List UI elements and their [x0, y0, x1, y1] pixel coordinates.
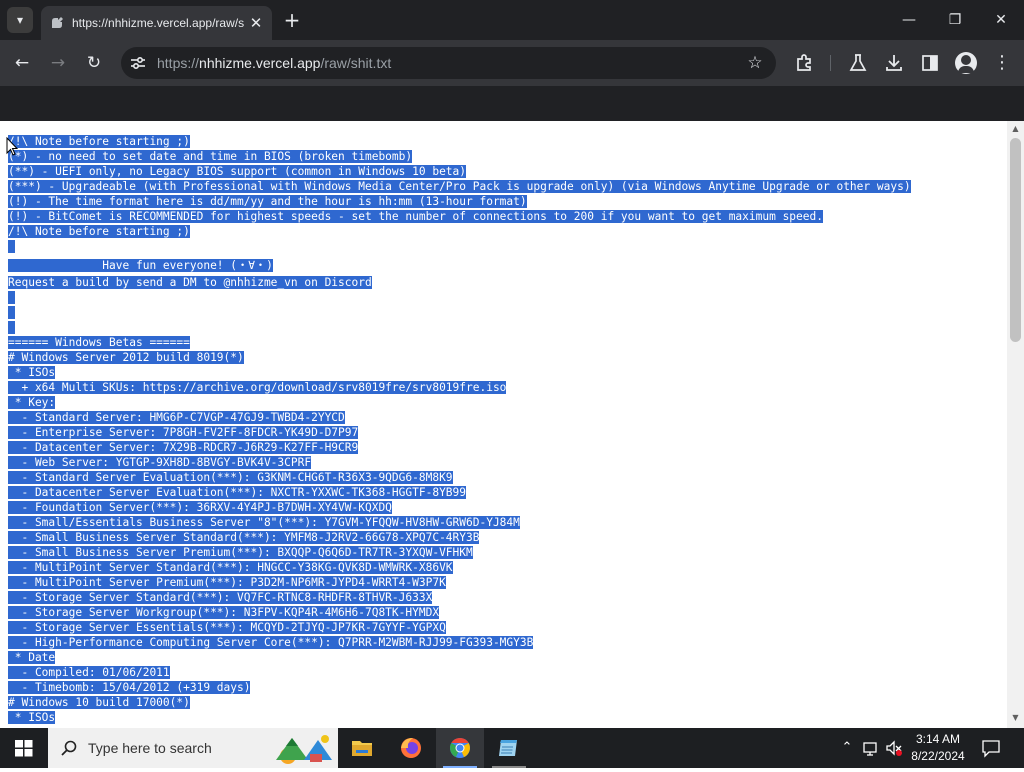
text-line: - Compiled: 01/06/2011	[8, 666, 170, 679]
text-line: * Date	[8, 651, 56, 664]
tab-active[interactable]: https://nhhizme.vercel.app/raw/shit.txt …	[41, 6, 272, 40]
text-line: # Windows 10 build 17000(*)	[8, 696, 190, 709]
tab-close-icon[interactable]: ✕	[247, 14, 265, 32]
text-line: * ISOs	[8, 366, 56, 379]
raw-text-document: /!\ Note before starting ;) (*) - no nee…	[8, 134, 911, 725]
text-line: (*) - no need to set date and time in BI…	[8, 150, 413, 163]
windows-start-icon[interactable]	[0, 728, 48, 768]
blank-line	[8, 290, 911, 305]
scroll-down-arrow-icon[interactable]: ▼	[1007, 712, 1024, 724]
text-line: Have fun everyone! (・∀・)	[8, 259, 273, 272]
volume-muted-icon[interactable]	[885, 738, 903, 758]
search-highlight-icon	[276, 735, 332, 764]
text-line: - Timebomb: 15/04/2012 (+319 days)	[8, 681, 251, 694]
firefox-taskbar-icon[interactable]	[387, 728, 435, 768]
scrollbar-thumb[interactable]	[1010, 138, 1021, 342]
bookmarks-area	[0, 86, 1024, 121]
clock-time: 3:14 AM	[915, 732, 961, 746]
tab-strip: ▾ https://nhhizme.vercel.app/raw/shit.tx…	[0, 0, 1024, 40]
text-line: Request a build by send a DM to @nhhizme…	[8, 276, 372, 289]
text-line: - High-Performance Computing Server Core…	[8, 636, 534, 649]
menu-icon[interactable]: ⋮	[991, 52, 1013, 74]
toolbar-separator	[830, 55, 831, 71]
page-content: /!\ Note before starting ;) (*) - no nee…	[0, 121, 1007, 728]
text-line: - Standard Server: HMG6P-C7VGP-47GJ9-TWB…	[8, 411, 345, 424]
browser-toolbar: ← → ↻ https://nhhizme.vercel.app/raw/shi…	[0, 40, 1024, 86]
url-path: /raw/shit.txt	[320, 55, 392, 71]
text-line: * Key:	[8, 396, 56, 409]
text-line: - Storage Server Standard(***): VQ7FC-RT…	[8, 591, 433, 604]
maximize-button[interactable]: ❐	[932, 0, 978, 40]
text-line: - Small/Essentials Business Server "8"(*…	[8, 516, 520, 529]
text-line: - Standard Server Evaluation(***): G3KNM…	[8, 471, 453, 484]
forward-button[interactable]: →	[44, 49, 72, 77]
text-line: - MultiPoint Server Premium(***): P3D2M-…	[8, 576, 446, 589]
text-line: (!) - The time format here is dd/mm/yy a…	[8, 195, 527, 208]
show-hidden-icons-chevron-icon[interactable]: ⌃	[838, 738, 856, 758]
text-line: - Web Server: YGTGP-9XH8D-8BVGY-BVK4V-3C…	[8, 456, 312, 469]
tab-search-icon[interactable]: ▾	[7, 7, 33, 33]
site-info-icon[interactable]	[129, 54, 147, 72]
site-favicon	[52, 17, 63, 28]
url-text[interactable]: https://nhhizme.vercel.app/raw/shit.txt	[157, 55, 391, 71]
search-icon	[61, 740, 77, 756]
extensions-icon[interactable]	[794, 52, 816, 74]
tab-title: https://nhhizme.vercel.app/raw/shit.txt	[72, 16, 244, 30]
text-line: - Foundation Server(***): 36RXV-4Y4PJ-B7…	[8, 501, 392, 514]
side-panel-icon[interactable]	[919, 52, 941, 74]
taskbar: Type here to search ⌃ 3:14 AM 8/22/2024	[0, 728, 1024, 768]
text-line: - Enterprise Server: 7P8GH-FV2FF-8FDCR-Y…	[8, 426, 359, 439]
text-line: - MultiPoint Server Standard(***): HNGCC…	[8, 561, 453, 574]
text-line: (!) - BitComet is RECOMMENDED for highes…	[8, 210, 823, 223]
text-line: - Small Business Server Premium(***): BX…	[8, 546, 473, 559]
text-line: /!\ Note before starting ;)	[8, 135, 190, 148]
file-explorer-taskbar-icon[interactable]	[338, 728, 386, 768]
url-scheme: https://	[157, 55, 200, 71]
search-placeholder: Type here to search	[88, 740, 212, 756]
text-line: (***) - Upgradeable (with Professional w…	[8, 180, 911, 193]
text-line: - Datacenter Server: 7X29B-RDCR7-J6R29-K…	[8, 441, 359, 454]
taskbar-search-box[interactable]: Type here to search	[48, 728, 338, 768]
clock-date: 8/22/2024	[911, 749, 965, 763]
blank-line	[8, 305, 911, 320]
vertical-scrollbar[interactable]: ▲ ▼	[1007, 121, 1024, 728]
system-clock[interactable]: 3:14 AM 8/22/2024	[905, 731, 971, 765]
mouse-cursor-icon	[6, 137, 18, 156]
text-line: # Windows Server 2012 build 8019(*)	[8, 351, 244, 364]
scroll-up-arrow-icon[interactable]: ▲	[1007, 123, 1024, 135]
back-button[interactable]: ←	[8, 49, 36, 77]
text-line: ====== Windows Betas ======	[8, 336, 190, 349]
chrome-taskbar-icon[interactable]	[436, 728, 484, 768]
text-line: - Storage Server Workgroup(***): N3FPV-K…	[8, 606, 440, 619]
new-tab-button[interactable]: +	[281, 9, 303, 31]
text-line: * ISOs	[8, 711, 56, 724]
notepad-taskbar-icon[interactable]	[485, 728, 533, 768]
text-line: - Storage Server Essentials(***): MCQYD-…	[8, 621, 446, 634]
close-window-button[interactable]: ✕	[978, 0, 1024, 40]
blank-line	[8, 320, 911, 335]
address-bar[interactable]: https://nhhizme.vercel.app/raw/shit.txt …	[121, 47, 776, 79]
text-line: /!\ Note before starting ;)	[8, 225, 190, 238]
reload-button[interactable]: ↻	[80, 49, 108, 77]
downloads-icon[interactable]	[883, 52, 905, 74]
blank-line	[8, 239, 911, 257]
minimize-button[interactable]: —	[886, 0, 932, 40]
network-icon[interactable]	[862, 738, 880, 758]
text-line: - Datacenter Server Evaluation(***): NXC…	[8, 486, 467, 499]
labs-icon[interactable]	[847, 52, 869, 74]
url-host: nhhizme.vercel.app	[199, 55, 321, 71]
text-line: - Small Business Server Standard(***): Y…	[8, 531, 480, 544]
notification-center-icon[interactable]	[980, 738, 1002, 758]
bookmark-star-icon[interactable]: ☆	[744, 52, 766, 74]
text-line: + x64 Multi SKUs: https://archive.org/do…	[8, 381, 507, 394]
text-line: (**) - UEFI only, no Legacy BIOS support…	[8, 165, 467, 178]
